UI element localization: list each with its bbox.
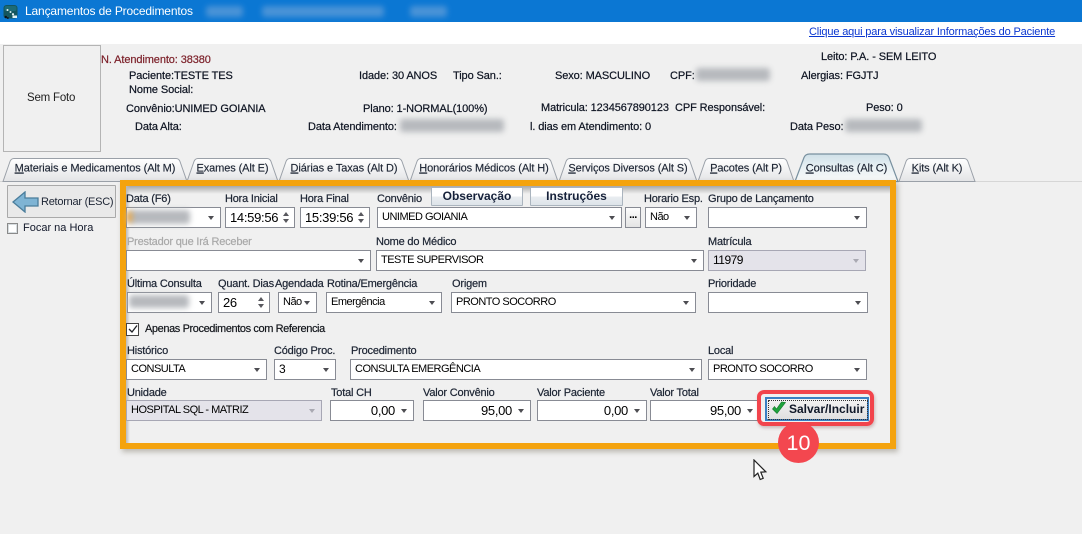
svg-text:Kits (Alt K): Kits (Alt K) <box>912 163 963 175</box>
svg-text:Exames (Alt E): Exames (Alt E) <box>197 163 269 175</box>
svg-text:Serviços Diversos (Alt S): Serviços Diversos (Alt S) <box>568 163 687 175</box>
svg-text:Materiais e Medicamentos (Alt: Materiais e Medicamentos (Alt M) <box>15 163 176 175</box>
svg-text:Honorários Médicos (Alt H): Honorários Médicos (Alt H) <box>419 163 548 175</box>
svg-text:Consultas (Alt C): Consultas (Alt C) <box>806 163 887 175</box>
svg-text:Pacotes (Alt P): Pacotes (Alt P) <box>710 163 782 175</box>
svg-text:Diárias e Taxas (Alt D): Diárias e Taxas (Alt D) <box>291 163 398 175</box>
